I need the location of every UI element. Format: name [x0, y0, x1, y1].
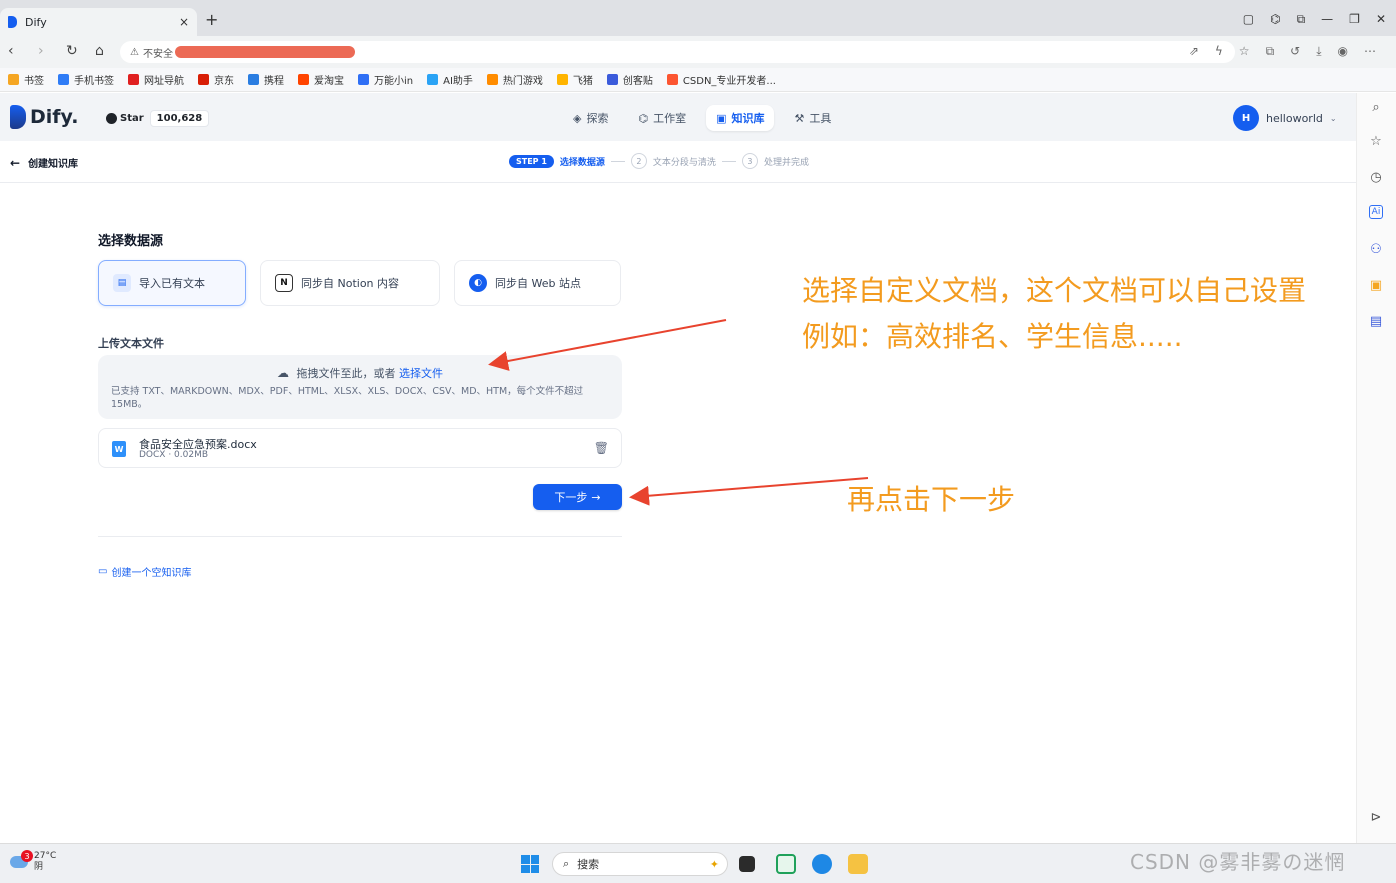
- weather-text: 阴: [34, 862, 44, 872]
- taskbar-search[interactable]: ⌕ 搜索 ✦: [552, 852, 728, 876]
- edge-browser-icon[interactable]: [812, 854, 832, 874]
- file-explorer-icon[interactable]: [848, 854, 868, 874]
- annotation-text-1: 选择自定义文档，这个文档可以自己设置 例如：高效排名、学生信息.....: [802, 274, 1307, 353]
- temperature: 27°C: [34, 851, 57, 861]
- watermark: CSDN @雾非雾の迷惘: [1130, 850, 1346, 874]
- screen-app-icon[interactable]: [776, 854, 796, 874]
- weather-widget[interactable]: 3 27°C 阴: [10, 850, 57, 873]
- annotation-text-2: 再点击下一步: [847, 483, 1016, 516]
- taskbar-search-label: 搜索: [577, 858, 600, 871]
- search-icon: ⌕: [563, 857, 570, 870]
- notification-badge: 3: [21, 850, 33, 862]
- annotation-arrow-2: [629, 477, 869, 506]
- cloud-icon: 3: [10, 850, 33, 868]
- annotation-arrow-1: [488, 319, 727, 371]
- sparkle-icon: ✦: [709, 857, 719, 871]
- annotation-arrows: [488, 319, 869, 506]
- task-view-icon[interactable]: [739, 856, 755, 872]
- windows-start-icon[interactable]: [521, 855, 539, 873]
